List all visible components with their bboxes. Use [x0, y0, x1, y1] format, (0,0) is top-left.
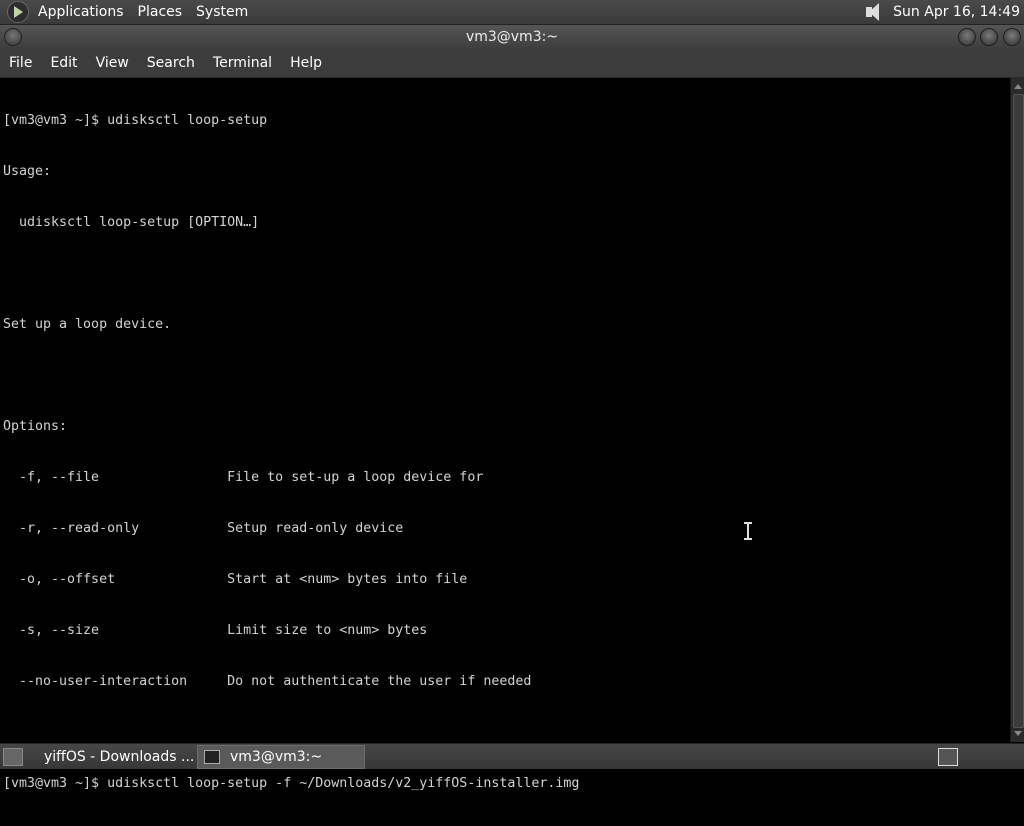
taskbar-item-label: vm3@vm3:~	[230, 748, 323, 765]
scroll-up-arrow-icon[interactable]	[1014, 84, 1022, 89]
terminal-line: Options:	[3, 419, 68, 434]
terminal-icon	[204, 749, 220, 764]
terminal-line: udisksctl loop-setup [OPTION…]	[3, 215, 260, 230]
workspace-switcher[interactable]	[938, 747, 958, 766]
terminal-line: Usage:	[3, 164, 52, 179]
menu-search[interactable]: Search	[138, 49, 204, 77]
show-desktop-icon[interactable]	[3, 747, 23, 766]
terminal-scrollbar[interactable]	[1010, 78, 1024, 742]
taskbar-item-terminal[interactable]: vm3@vm3:~	[197, 744, 365, 769]
scroll-down-arrow-icon[interactable]	[1014, 731, 1022, 736]
applications-menu[interactable]: Applications	[31, 0, 131, 24]
gnome-foot-icon[interactable]	[7, 1, 29, 23]
terminal-line: [vm3@vm3 ~]$ udisksctl loop-setup	[3, 113, 268, 128]
places-menu[interactable]: Places	[131, 0, 190, 24]
terminal-line: -s, --size Limit size to <num> bytes	[3, 623, 428, 638]
taskbar-item-label: yiffOS - Downloads ...	[44, 748, 195, 765]
terminal-line: -f, --file File to set-up a loop device …	[3, 470, 484, 485]
menu-file[interactable]: File	[0, 49, 41, 77]
terminal-line: -o, --offset Start at <num> bytes into f…	[3, 572, 468, 587]
close-button[interactable]	[1003, 28, 1021, 46]
menu-bar: File Edit View Search Terminal Help	[0, 49, 1024, 78]
terminal-line: -r, --read-only Setup read-only device	[3, 521, 404, 536]
clock[interactable]: Sun Apr 16, 14:49	[893, 4, 1024, 20]
maximize-button[interactable]	[980, 28, 998, 46]
system-tray: Sun Apr 16, 14:49	[863, 0, 1024, 24]
system-menu[interactable]: System	[189, 0, 255, 24]
window-title-bar[interactable]: vm3@vm3:~	[0, 25, 1024, 49]
terminal-line: --no-user-interaction Do not authenticat…	[3, 674, 532, 689]
speaker-icon[interactable]	[863, 1, 885, 23]
window-title: vm3@vm3:~	[465, 29, 559, 45]
bottom-panel: yiffOS - Downloads ... vm3@vm3:~	[0, 743, 1024, 769]
terminal-area[interactable]: [vm3@vm3 ~]$ udisksctl loop-setup Usage:…	[0, 78, 1010, 791]
minimize-button[interactable]	[958, 28, 976, 46]
scrollbar-thumb[interactable]	[1013, 94, 1024, 728]
text-cursor-icon	[744, 522, 752, 540]
menu-edit[interactable]: Edit	[41, 49, 86, 77]
terminal-output[interactable]: [vm3@vm3 ~]$ udisksctl loop-setup Usage:…	[0, 78, 1010, 826]
menu-help[interactable]: Help	[281, 49, 331, 77]
terminal-line: Set up a loop device.	[3, 317, 172, 332]
menu-terminal[interactable]: Terminal	[204, 49, 281, 77]
top-panel: Applications Places System Sun Apr 16, 1…	[0, 0, 1024, 25]
menu-view[interactable]: View	[87, 49, 138, 77]
terminal-line: [vm3@vm3 ~]$ udisksctl loop-setup -f ~/D…	[3, 776, 580, 791]
taskbar-item-firefox[interactable]: yiffOS - Downloads ...	[31, 746, 195, 768]
